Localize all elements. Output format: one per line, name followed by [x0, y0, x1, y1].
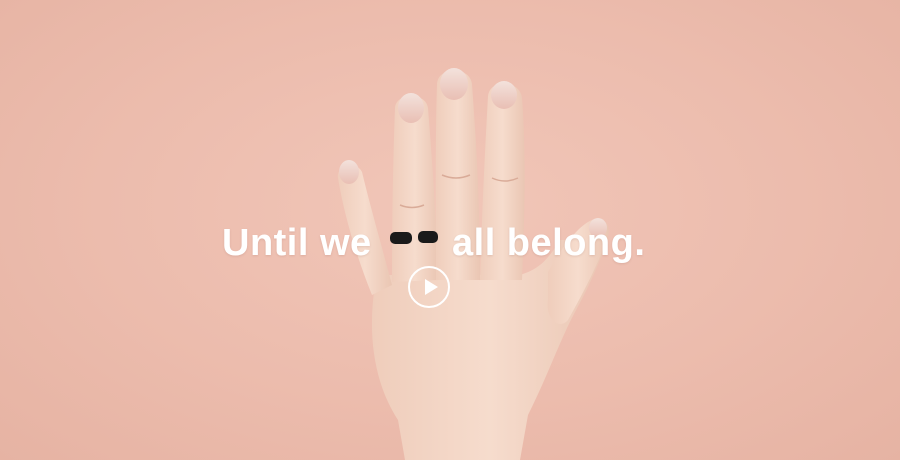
- headline-part-2: all belong.: [452, 222, 646, 264]
- ring-finger-nail: [398, 93, 424, 123]
- play-video-button[interactable]: [408, 266, 450, 308]
- middle-finger-nail: [440, 68, 468, 100]
- headline-part-1: Until we: [222, 222, 372, 264]
- hero-section: Until we all belong.: [0, 0, 900, 460]
- index-finger-nail: [491, 81, 517, 109]
- headline: Until we all belong.: [0, 218, 900, 268]
- play-icon: [425, 279, 438, 295]
- pinky-nail: [339, 160, 359, 184]
